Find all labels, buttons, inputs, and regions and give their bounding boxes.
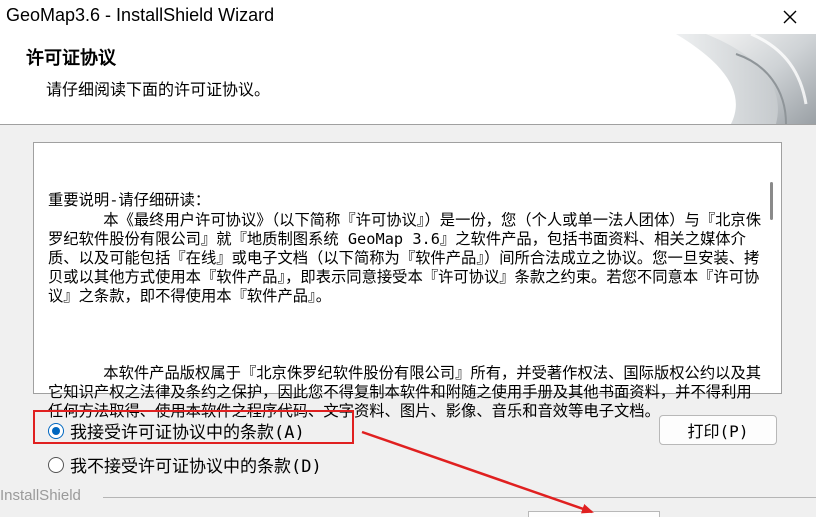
accept-radio[interactable] [48,422,64,439]
license-paragraph: 本软件产品版权属于『北京侏罗纪软件股份有限公司』所有，并受著作权法、国际版权公约… [48,364,762,421]
print-button[interactable]: 打印(P) [659,415,777,445]
decline-option[interactable]: 我不接受许可证协议中的条款(D) [48,452,322,477]
accept-label: 我接受许可证协议中的条款(A) [70,423,305,443]
installshield-brand: InstallShield [0,487,81,504]
title-bar: GeoMap3.6 - InstallShield Wizard [0,0,816,34]
accept-option[interactable]: 我接受许可证协议中的条款(A) [48,418,305,443]
license-text: 重要说明-请仔细研读： 本《最终用户许可协议》（以下简称『许可协议』）是一份，您… [48,153,766,460]
license-text-box[interactable]: 重要说明-请仔细研读： 本《最终用户许可协议》（以下简称『许可协议』）是一份，您… [33,142,782,420]
close-button[interactable] [768,0,812,34]
decline-radio[interactable] [48,456,64,473]
close-icon [783,10,797,24]
footer-divider [103,497,816,498]
page-subtitle: 请仔细阅读下面的许可证协议。 [46,80,271,99]
decline-label: 我不接受许可证协议中的条款(D) [70,457,322,477]
window-title: GeoMap3.6 - InstallShield Wizard [6,5,275,25]
vertical-scrollbar[interactable] [764,144,780,392]
license-paragraph: 重要说明-请仔细研读： 本《最终用户许可协议》（以下简称『许可协议』）是一份，您… [48,191,762,306]
header-graphic-icon [676,34,816,124]
scrollbar-thumb[interactable] [770,182,773,220]
wizard-header: 许可证协议 请仔细阅读下面的许可证协议。 [0,34,816,125]
next-button[interactable] [528,511,660,517]
page-title: 许可证协议 [26,48,116,69]
